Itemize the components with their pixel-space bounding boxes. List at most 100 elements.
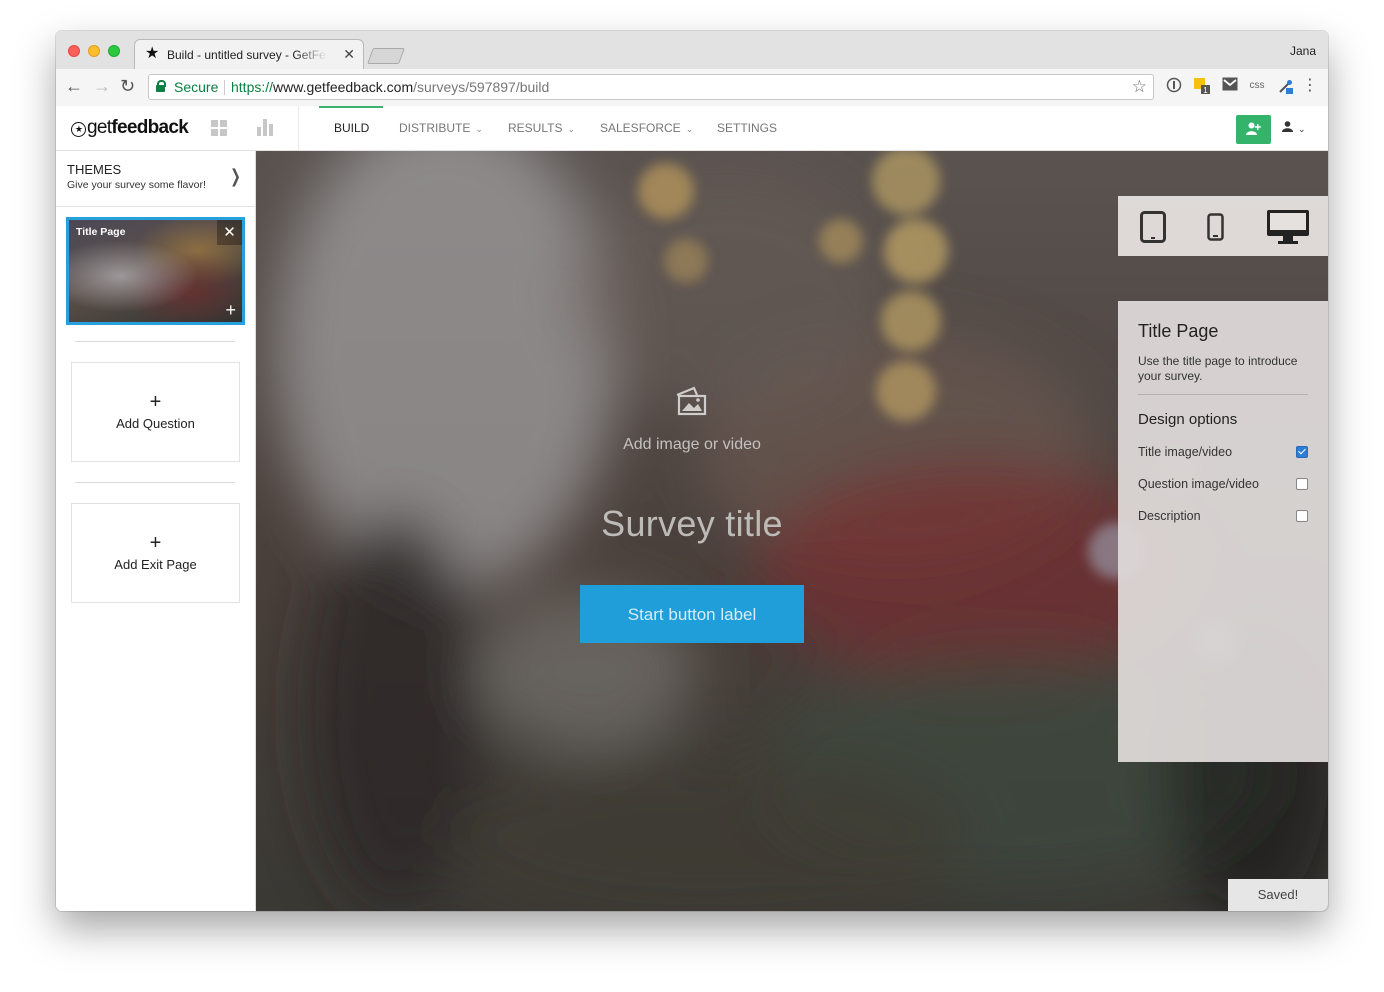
tablet-icon[interactable] — [1140, 211, 1166, 243]
add-question-label: Add Question — [116, 416, 195, 431]
option-label: Title image/video — [1138, 445, 1233, 459]
desktop-icon[interactable] — [1266, 209, 1310, 245]
logo-star-icon: ★ — [71, 122, 86, 137]
eyedropper-icon[interactable] — [1277, 77, 1295, 95]
extension-badge: 1 — [1203, 86, 1208, 95]
active-tab-indicator — [319, 106, 383, 108]
user-menu[interactable]: ⌄ — [1282, 120, 1306, 135]
add-media-prompt[interactable]: Add image or video — [256, 436, 1128, 454]
back-arrow-icon[interactable]: ← — [65, 76, 83, 96]
tab-title: Build - untitled survey - GetFeedback — [167, 48, 327, 62]
forward-arrow-icon[interactable]: → — [93, 76, 111, 96]
option-title-image-video[interactable]: Title image/video — [1138, 445, 1308, 459]
gmail-icon[interactable] — [1221, 77, 1239, 95]
page-settings-panel: Title Page Use the title page to introdu… — [1118, 301, 1328, 762]
keep-icon[interactable]: 1 — [1193, 77, 1211, 95]
themes-title: THEMES — [67, 162, 122, 177]
chevron-down-icon: ⌄ — [685, 124, 694, 134]
themes-panel[interactable]: THEMES Give your survey some flavor! ❯ — [56, 151, 255, 207]
title-image-checkbox[interactable] — [1296, 446, 1308, 458]
window-close-button[interactable] — [68, 45, 80, 57]
tab-strip: ★ Build - untitled survey - GetFeedback … — [56, 31, 1328, 70]
add-question-button[interactable]: + Add Question — [71, 362, 240, 462]
phone-icon[interactable] — [1207, 213, 1224, 241]
app-header: ★ getfeedback BUILD DISTRIBUTE ⌄ RESULTS ⌄ … — [56, 106, 1328, 151]
user-icon — [1282, 121, 1293, 132]
css-icon[interactable]: css — [1248, 77, 1266, 95]
reload-icon[interactable]: ↻ — [120, 76, 135, 96]
sidebar-divider — [75, 482, 235, 483]
new-tab-button[interactable] — [367, 48, 405, 64]
survey-title[interactable]: Survey title — [256, 503, 1128, 545]
chevron-down-icon: ⌄ — [1298, 124, 1306, 134]
url-path: /surveys/597897/build — [413, 79, 550, 95]
tab-settings-label: SETTINGS — [717, 121, 778, 135]
1password-icon[interactable] — [1165, 77, 1183, 95]
option-label: Question image/video — [1138, 477, 1259, 491]
title-page-thumbnail[interactable]: Title Page ✕ + — [66, 217, 245, 325]
option-description[interactable]: Description — [1138, 509, 1308, 523]
logo-prefix: get — [87, 117, 112, 138]
tab-close-icon[interactable]: ✕ — [343, 46, 355, 62]
panel-divider — [1138, 394, 1308, 395]
chevron-down-icon: ⌄ — [567, 124, 576, 134]
profile-name[interactable]: Jana — [1290, 44, 1316, 58]
tab-salesforce-label: SALESFORCE — [600, 121, 681, 135]
url-scheme: https:// — [231, 79, 274, 95]
tab-salesforce[interactable]: SALESFORCE ⌄ — [600, 121, 693, 135]
more-icon[interactable]: ⋮ — [1301, 77, 1319, 95]
start-button[interactable]: Start button label — [580, 585, 804, 643]
bookmark-star-icon[interactable]: ☆ — [1132, 77, 1147, 97]
option-label: Description — [1138, 509, 1201, 523]
themes-subtitle: Give your survey some flavor! — [67, 179, 206, 191]
question-image-checkbox[interactable] — [1296, 478, 1308, 490]
lock-icon — [156, 80, 166, 92]
header-divider — [298, 106, 299, 150]
dashboard-grid-icon[interactable] — [211, 120, 227, 136]
plus-icon: + — [149, 532, 162, 554]
panel-title: Title Page — [1138, 321, 1219, 341]
add-exit-page-button[interactable]: + Add Exit Page — [71, 503, 240, 603]
sidebar-divider — [75, 341, 235, 342]
tab-results[interactable]: RESULTS ⌄ — [508, 121, 575, 135]
plus-icon[interactable]: + — [225, 301, 236, 319]
invite-collaborator-button[interactable] — [1236, 115, 1271, 144]
saved-status: Saved! — [1228, 879, 1328, 911]
tab-settings[interactable]: SETTINGS — [717, 121, 777, 135]
getfeedback-logo[interactable]: ★ getfeedback — [71, 117, 189, 139]
device-preview-switcher — [1118, 196, 1328, 256]
panel-description: Use the title page to introduce your sur… — [1138, 354, 1298, 383]
star-icon: ★ — [145, 45, 160, 62]
omnibox-divider — [224, 80, 225, 95]
pages-sidebar: THEMES Give your survey some flavor! ❯ T… — [56, 151, 256, 911]
analytics-bars-icon[interactable] — [257, 119, 273, 136]
image-video-icon[interactable] — [674, 385, 708, 417]
tab-results-label: RESULTS — [508, 121, 563, 135]
url-text[interactable]: https://www.getfeedback.com/surveys/5978… — [231, 79, 549, 95]
tab-distribute[interactable]: DISTRIBUTE ⌄ — [399, 121, 483, 135]
survey-canvas: Add image or video Survey title Start bu… — [256, 151, 1328, 911]
url-host: www.getfeedback.com — [273, 79, 414, 95]
close-icon[interactable]: ✕ — [217, 220, 242, 245]
thumbnail-label: Title Page — [76, 226, 126, 238]
design-options-heading: Design options — [1138, 411, 1238, 428]
window-minimize-button[interactable] — [88, 45, 100, 57]
browser-window: ★ Build - untitled survey - GetFeedback … — [56, 31, 1328, 911]
chevron-right-icon: ❯ — [230, 166, 241, 186]
title-page-preview: Add image or video Survey title Start bu… — [256, 151, 1128, 911]
option-question-image-video[interactable]: Question image/video — [1138, 477, 1308, 491]
add-exit-page-label: Add Exit Page — [114, 557, 197, 572]
secure-label: Secure — [174, 79, 219, 95]
address-bar[interactable]: Secure https://www.getfeedback.com/surve… — [148, 74, 1154, 100]
description-checkbox[interactable] — [1296, 510, 1308, 522]
tab-build-label: BUILD — [334, 121, 370, 135]
plus-icon: + — [149, 391, 162, 413]
browser-tab[interactable]: ★ Build - untitled survey - GetFeedback … — [134, 39, 364, 70]
browser-toolbar: ← → ↻ Secure https://www.getfeedback.com… — [56, 69, 1328, 107]
tab-distribute-label: DISTRIBUTE — [399, 121, 471, 135]
logo-bold: feedback — [111, 117, 189, 138]
tab-build[interactable]: BUILD — [334, 121, 369, 135]
add-user-icon — [1246, 122, 1261, 135]
window-maximize-button[interactable] — [108, 45, 120, 57]
chevron-down-icon: ⌄ — [475, 124, 483, 134]
